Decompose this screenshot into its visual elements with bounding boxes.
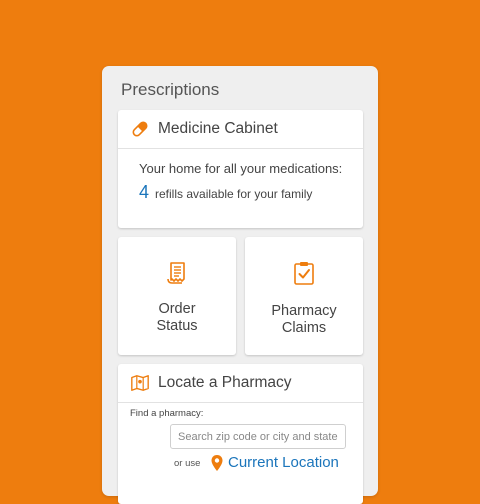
pill-icon: [130, 119, 150, 139]
medicine-cabinet-header[interactable]: Medicine Cabinet: [118, 110, 363, 149]
order-status-tile[interactable]: Order Status: [118, 237, 236, 355]
refills-summary: 4 refills available for your family: [139, 182, 363, 203]
medicine-cabinet-title: Medicine Cabinet: [158, 120, 278, 137]
locate-pharmacy-title: Locate a Pharmacy: [158, 374, 292, 391]
medicine-cabinet-card[interactable]: Medicine Cabinet Your home for all your …: [118, 110, 363, 228]
locate-pharmacy-header[interactable]: Locate a Pharmacy: [118, 364, 363, 403]
cabinet-description: Your home for all your medications:: [139, 161, 343, 176]
order-status-label: Order Status: [156, 301, 198, 334]
receipt-icon: [163, 259, 191, 287]
prescriptions-panel: Prescriptions Medicine Cabinet Your home…: [102, 66, 378, 504]
or-use-label: or use: [174, 458, 201, 469]
pharmacy-claims-label: Pharmacy Claims: [271, 303, 337, 336]
medicine-cabinet-body: Your home for all your medications: 4 re…: [118, 149, 363, 203]
pharmacy-search-input[interactable]: [170, 424, 346, 449]
pharmacy-claims-tile[interactable]: Pharmacy Claims: [245, 237, 363, 355]
clipboard-check-icon: [290, 259, 318, 287]
panel-title: Prescriptions: [121, 80, 220, 99]
refill-count[interactable]: 4: [139, 182, 149, 203]
map-icon: [130, 373, 150, 393]
find-pharmacy-label: Find a pharmacy:: [130, 408, 204, 419]
locate-pharmacy-card: Locate a Pharmacy Find a pharmacy: or us…: [118, 364, 363, 504]
current-location-link[interactable]: Current Location: [228, 454, 339, 471]
location-pin-icon: [210, 454, 224, 477]
refill-text: refills available for your family: [155, 187, 313, 201]
